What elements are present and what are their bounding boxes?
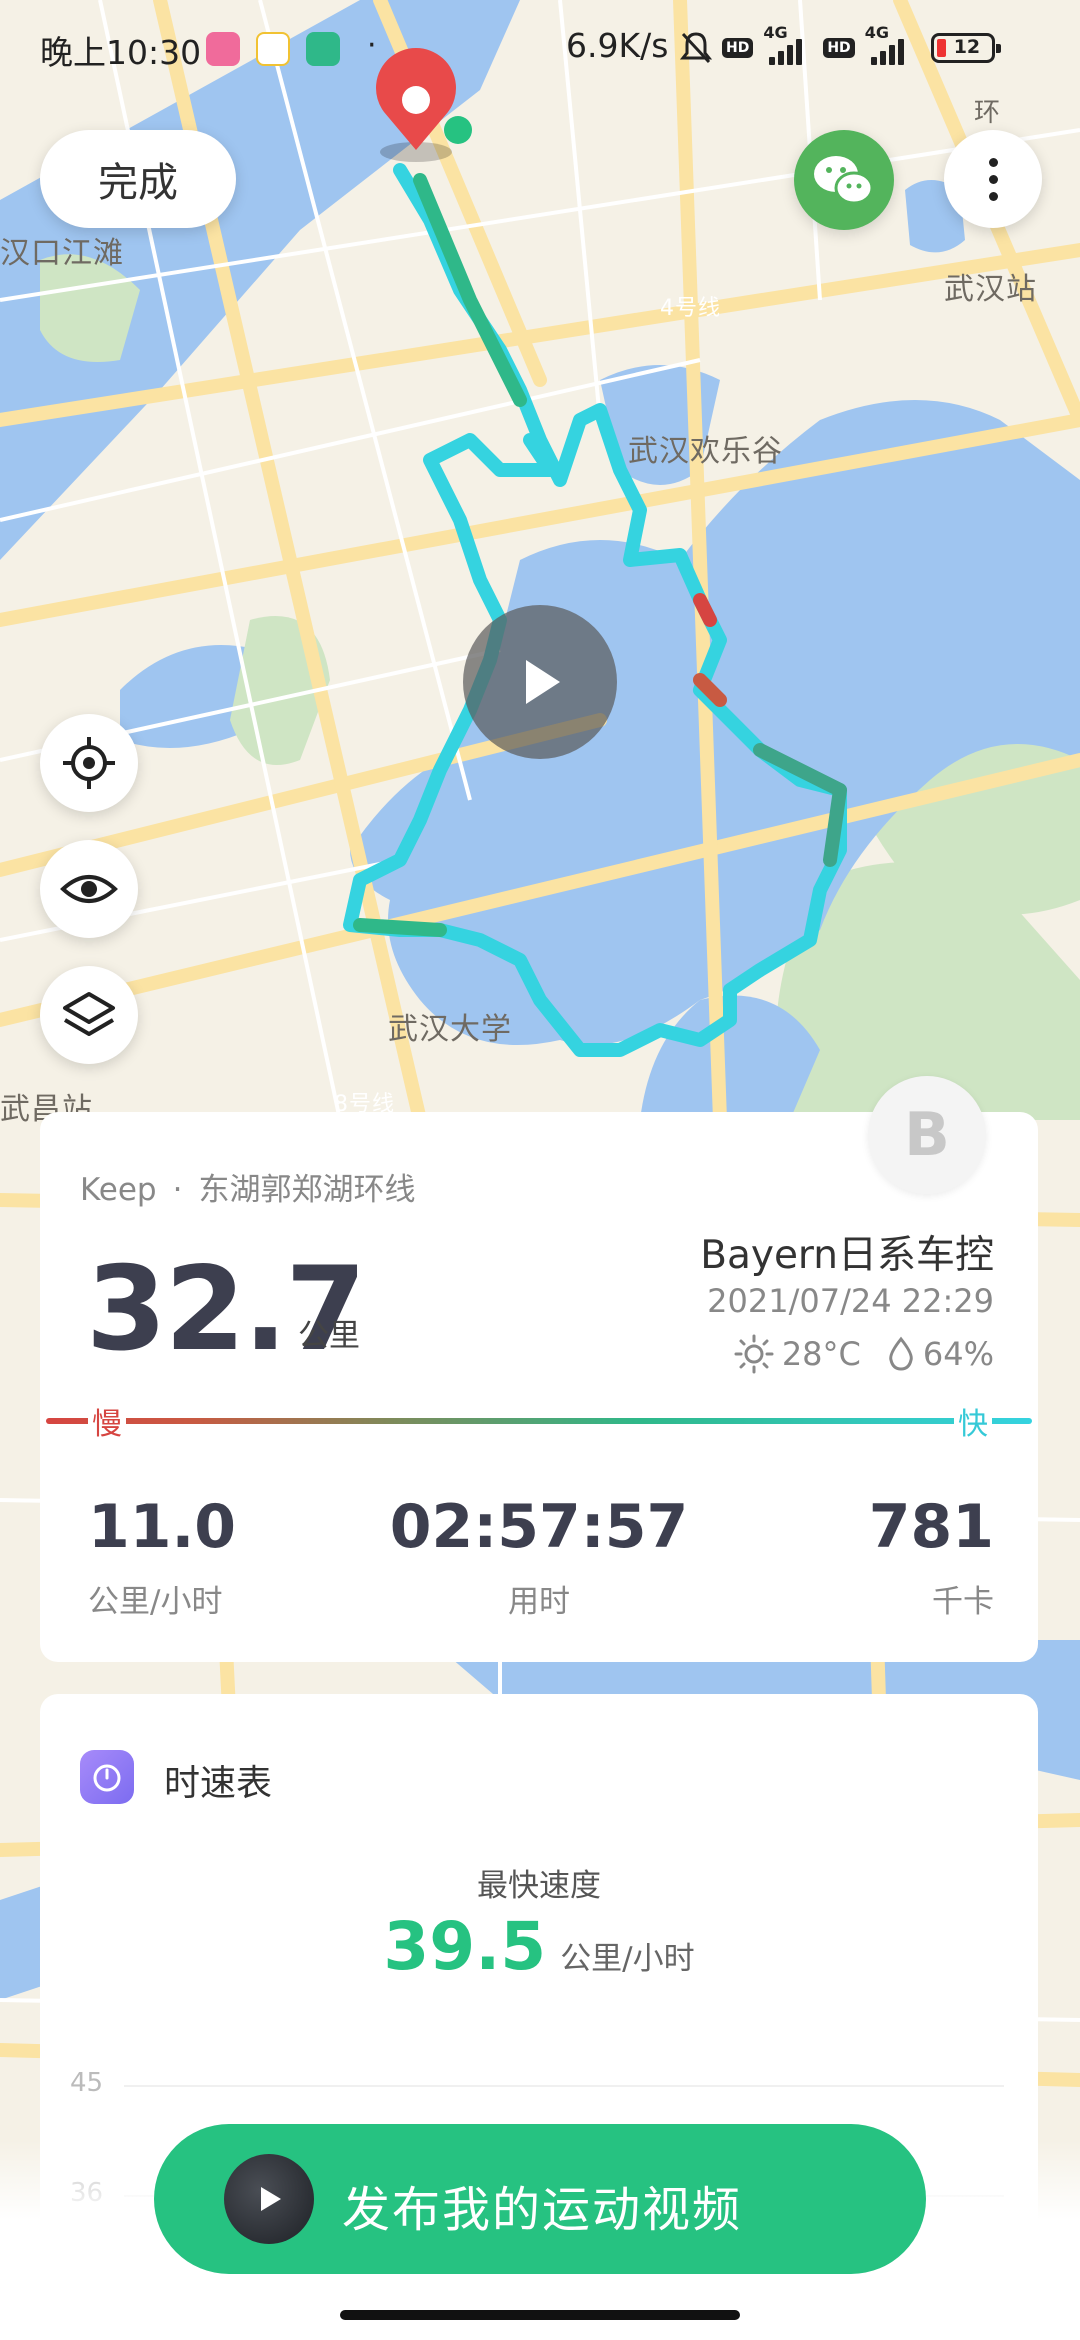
calories-value: 781 (868, 1492, 994, 1562)
status-dot: · (367, 28, 377, 63)
speedometer-icon (80, 1750, 134, 1804)
more-options-button[interactable] (944, 130, 1042, 228)
more-dot (988, 157, 998, 167)
axis-tick-45: 45 (70, 2068, 104, 2098)
status-bar: 晚上10:30 · 6.9K/s HD 4G HD 4G 12 (0, 0, 1080, 96)
status-time: 晚上10:30 (40, 33, 202, 72)
calories-label: 千卡 (932, 1584, 994, 1620)
source-separator: · (172, 1172, 183, 1208)
layers-icon (63, 992, 115, 1036)
home-indicator[interactable] (340, 2310, 740, 2320)
app-icon (256, 32, 290, 66)
eye-icon (60, 875, 118, 903)
source-app-name: Keep (80, 1172, 157, 1208)
more-dot (988, 191, 998, 201)
wechat-share-button[interactable] (794, 130, 894, 230)
play-icon (261, 2187, 281, 2211)
activity-datetime: 2021/07/24 22:29 (707, 1282, 994, 1320)
map-label-wuhan-station: 武汉站 (944, 272, 1037, 307)
battery-level: 12 (953, 36, 981, 58)
crosshair-icon (63, 737, 115, 789)
car-name: Bayern日系车控 (700, 1233, 994, 1278)
fast-label: 快 (954, 1399, 992, 1443)
max-speed-value: 39.5 (383, 1908, 547, 1985)
bilibili-icon (206, 32, 240, 66)
route-slow-segment-1 (693, 593, 717, 627)
publish-video-label: 发布我的运动视频 (342, 2182, 743, 2238)
map-label-happy-valley: 武汉欢乐谷 (628, 434, 783, 469)
axis-gridline (124, 2085, 1004, 2087)
video-thumbnail (224, 2154, 314, 2244)
temperature: 28°C (781, 1335, 861, 1373)
status-right-group: HD 4G HD 4G 12 (679, 23, 1001, 70)
route-replay-button[interactable] (463, 605, 617, 759)
play-icon (526, 660, 560, 704)
wechat-icon (814, 156, 874, 205)
hd-badge: HD (722, 38, 754, 58)
battery-icon: 12 (930, 33, 1001, 63)
publish-video-button[interactable]: 发布我的运动视频 (154, 2124, 926, 2274)
more-dot (988, 174, 998, 184)
done-button[interactable]: 完成 (40, 130, 236, 228)
hd-badge-2: HD (823, 38, 855, 58)
humidity: 64% (922, 1335, 994, 1373)
activity-summary-card: Keep · 东湖郭郑湖环线 32.7 公里 Bayern日系车控 2021/07/… (40, 1112, 1038, 1662)
signal-icon-2: 4G (865, 23, 915, 65)
map-label-hankou: 汉口江滩 (0, 236, 124, 271)
distance-unit: 公里 (298, 1318, 360, 1354)
weather-info: 28°C 64% (734, 1334, 994, 1374)
max-speed-row: 39.5 公里/小时 (40, 1908, 1038, 1985)
max-speed-unit: 公里/小时 (560, 1941, 695, 1977)
speed-gradient-bar (46, 1418, 1032, 1424)
signal-icon: 4G (763, 23, 813, 65)
duration-label: 用时 (508, 1584, 570, 1620)
humidity-icon (889, 1336, 913, 1371)
activity-source: Keep · 东湖郭郑湖环线 (80, 1164, 415, 1209)
map-label-ring: 环 (974, 98, 1002, 128)
layers-button[interactable] (40, 966, 138, 1064)
visibility-button[interactable] (40, 840, 138, 938)
map-label-wuhan-university: 武汉大学 (388, 1012, 512, 1047)
security-icon (306, 32, 340, 66)
mute-icon (679, 31, 713, 65)
locate-button[interactable] (40, 714, 138, 812)
map-label-line4: 4号线 (660, 296, 721, 321)
route-name: 东湖郭郑湖环线 (198, 1172, 416, 1208)
avatar[interactable]: B (868, 1076, 986, 1194)
route-mid-segment-3 (353, 918, 447, 937)
speedometer-title: 时速表 (164, 1763, 273, 1804)
slow-label: 慢 (88, 1399, 126, 1443)
network-speed: 6.9K/s (566, 26, 669, 65)
sun-icon (734, 1334, 774, 1374)
max-speed-label: 最快速度 (477, 1868, 601, 1904)
